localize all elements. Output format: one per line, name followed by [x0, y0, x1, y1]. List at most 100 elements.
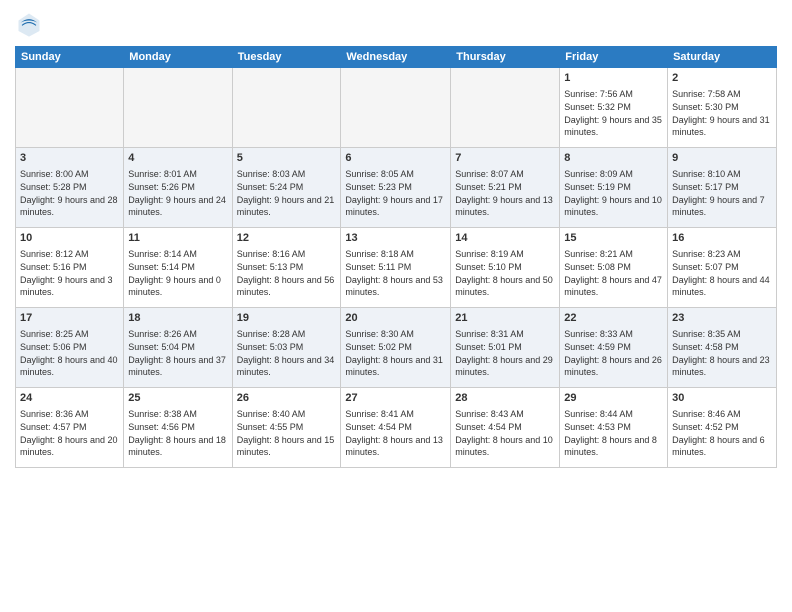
calendar-cell: [341, 68, 451, 148]
day-number: 23: [672, 311, 772, 326]
day-number: 18: [128, 311, 227, 326]
calendar-header-tuesday: Tuesday: [232, 47, 341, 68]
cell-content: Sunset: 4:58 PM: [672, 341, 772, 354]
cell-content: Sunset: 5:10 PM: [455, 261, 555, 274]
day-number: 14: [455, 231, 555, 246]
cell-content: Sunrise: 8:21 AM: [564, 248, 663, 261]
calendar-cell: 8Sunrise: 8:09 AMSunset: 5:19 PMDaylight…: [560, 148, 668, 228]
cell-content: Sunset: 5:01 PM: [455, 341, 555, 354]
cell-content: Daylight: 8 hours and 47 minutes.: [564, 274, 663, 299]
cell-content: Sunrise: 8:46 AM: [672, 408, 772, 421]
calendar-cell: 25 Sunrise: 8:38 AMSunset: 4:56 PMDayligh…: [124, 388, 232, 468]
cell-content: Sunset: 5:24 PM: [237, 181, 337, 194]
day-number: 13: [345, 231, 446, 246]
cell-content: Sunset: 5:32 PM: [564, 101, 663, 114]
cell-content: Daylight: 8 hours and 29 minutes.: [455, 354, 555, 379]
cell-content: Sunset: 4:56 PM: [128, 421, 227, 434]
calendar-cell: 28Sunrise: 8:43 AMSunset: 4:54 PMDayligh…: [451, 388, 560, 468]
cell-content: Daylight: 8 hours and 8 minutes.: [564, 434, 663, 459]
calendar-cell: 11Sunrise: 8:14 AMSunset: 5:14 PMDayligh…: [124, 228, 232, 308]
day-number: 7: [455, 151, 555, 166]
cell-content: Sunrise: 8:01 AM: [128, 168, 227, 181]
cell-content: Sunrise: 8:14 AM: [128, 248, 227, 261]
calendar-cell: 21 Sunrise: 8:31 AMSunset: 5:01 PMDayligh…: [451, 308, 560, 388]
calendar-header-thursday: Thursday: [451, 47, 560, 68]
calendar-cell: [451, 68, 560, 148]
cell-content: Daylight: 8 hours and 56 minutes.: [237, 274, 337, 299]
cell-content: Daylight: 8 hours and 26 minutes.: [564, 354, 663, 379]
calendar-cell: 20Sunrise: 8:30 AMSunset: 5:02 PMDayligh…: [341, 308, 451, 388]
cell-content: Sunset: 4:53 PM: [564, 421, 663, 434]
day-number: 15: [564, 231, 663, 246]
day-number: 2: [672, 71, 772, 86]
day-number: 21: [455, 311, 555, 326]
calendar-cell: [16, 68, 124, 148]
cell-content: Daylight: 9 hours and 13 minutes.: [455, 194, 555, 219]
cell-content: Daylight: 8 hours and 31 minutes.: [345, 354, 446, 379]
calendar-cell: 10Sunrise: 8:12 AMSunset: 5:16 PMDayligh…: [16, 228, 124, 308]
cell-content: Sunrise: 8:26 AM: [128, 328, 227, 341]
day-number: 4: [128, 151, 227, 166]
calendar-cell: 16Sunrise: 8:23 AMSunset: 5:07 PMDayligh…: [668, 228, 777, 308]
cell-content: Sunset: 5:17 PM: [672, 181, 772, 194]
cell-content: Sunset: 5:07 PM: [672, 261, 772, 274]
cell-content: Sunrise: 8:38 AM: [128, 408, 227, 421]
cell-content: Sunrise: 8:31 AM: [455, 328, 555, 341]
cell-content: Sunset: 5:16 PM: [20, 261, 119, 274]
calendar-cell: 27Sunrise: 8:41 AMSunset: 4:54 PMDayligh…: [341, 388, 451, 468]
calendar-cell: 14Sunrise: 8:19 AMSunset: 5:10 PMDayligh…: [451, 228, 560, 308]
calendar-cell: 26Sunrise: 8:40 AMSunset: 4:55 PMDayligh…: [232, 388, 341, 468]
cell-content: Sunrise: 8:16 AM: [237, 248, 337, 261]
day-number: 5: [237, 151, 337, 166]
cell-content: Daylight: 8 hours and 18 minutes.: [128, 434, 227, 459]
cell-content: Sunset: 5:06 PM: [20, 341, 119, 354]
cell-content: Sunset: 5:11 PM: [345, 261, 446, 274]
cell-content: Sunset: 4:52 PM: [672, 421, 772, 434]
day-number: 22: [564, 311, 663, 326]
cell-content: Daylight: 8 hours and 34 minutes.: [237, 354, 337, 379]
calendar-cell: 3Sunrise: 8:00 AMSunset: 5:28 PMDaylight…: [16, 148, 124, 228]
cell-content: Sunrise: 7:56 AM: [564, 88, 663, 101]
calendar-cell: 7 Sunrise: 8:07 AMSunset: 5:21 PMDaylight…: [451, 148, 560, 228]
calendar-header-friday: Friday: [560, 47, 668, 68]
day-number: 19: [237, 311, 337, 326]
calendar-cell: 17Sunrise: 8:25 AMSunset: 5:06 PMDayligh…: [16, 308, 124, 388]
cell-content: Sunset: 5:08 PM: [564, 261, 663, 274]
cell-content: Sunrise: 7:58 AM: [672, 88, 772, 101]
cell-content: Sunset: 4:55 PM: [237, 421, 337, 434]
cell-content: Daylight: 9 hours and 24 minutes.: [128, 194, 227, 219]
cell-content: Sunset: 5:21 PM: [455, 181, 555, 194]
cell-content: Sunrise: 8:03 AM: [237, 168, 337, 181]
calendar-week-row: 17Sunrise: 8:25 AMSunset: 5:06 PMDayligh…: [16, 308, 777, 388]
calendar-cell: 2Sunrise: 7:58 AMSunset: 5:30 PMDaylight…: [668, 68, 777, 148]
logo: [15, 10, 45, 38]
logo-icon: [15, 10, 43, 38]
cell-content: Daylight: 8 hours and 44 minutes.: [672, 274, 772, 299]
calendar-cell: 19Sunrise: 8:28 AMSunset: 5:03 PMDayligh…: [232, 308, 341, 388]
day-number: 17: [20, 311, 119, 326]
cell-content: Sunset: 4:54 PM: [455, 421, 555, 434]
cell-content: Daylight: 8 hours and 6 minutes.: [672, 434, 772, 459]
cell-content: Sunset: 5:02 PM: [345, 341, 446, 354]
calendar-table: SundayMondayTuesdayWednesdayThursdayFrid…: [15, 46, 777, 468]
cell-content: Sunrise: 8:33 AM: [564, 328, 663, 341]
cell-content: Daylight: 8 hours and 37 minutes.: [128, 354, 227, 379]
day-number: 24: [20, 391, 119, 406]
day-number: 25: [128, 391, 227, 406]
cell-content: Daylight: 9 hours and 21 minutes.: [237, 194, 337, 219]
calendar-cell: [232, 68, 341, 148]
calendar-week-row: 24Sunrise: 8:36 AMSunset: 4:57 PMDayligh…: [16, 388, 777, 468]
calendar-cell: 22Sunrise: 8:33 AMSunset: 4:59 PMDayligh…: [560, 308, 668, 388]
calendar-cell: 29Sunrise: 8:44 AMSunset: 4:53 PMDayligh…: [560, 388, 668, 468]
calendar-header-saturday: Saturday: [668, 47, 777, 68]
cell-content: Sunrise: 8:07 AM: [455, 168, 555, 181]
calendar-cell: 5 Sunrise: 8:03 AMSunset: 5:24 PMDaylight…: [232, 148, 341, 228]
cell-content: Daylight: 9 hours and 17 minutes.: [345, 194, 446, 219]
calendar-cell: 15 Sunrise: 8:21 AMSunset: 5:08 PMDayligh…: [560, 228, 668, 308]
calendar-week-row: 10Sunrise: 8:12 AMSunset: 5:16 PMDayligh…: [16, 228, 777, 308]
cell-content: Sunrise: 8:30 AM: [345, 328, 446, 341]
calendar-cell: 12Sunrise: 8:16 AMSunset: 5:13 PMDayligh…: [232, 228, 341, 308]
calendar-week-row: 3Sunrise: 8:00 AMSunset: 5:28 PMDaylight…: [16, 148, 777, 228]
cell-content: Daylight: 9 hours and 28 minutes.: [20, 194, 119, 219]
calendar-week-row: 1Sunrise: 7:56 AMSunset: 5:32 PMDaylight…: [16, 68, 777, 148]
